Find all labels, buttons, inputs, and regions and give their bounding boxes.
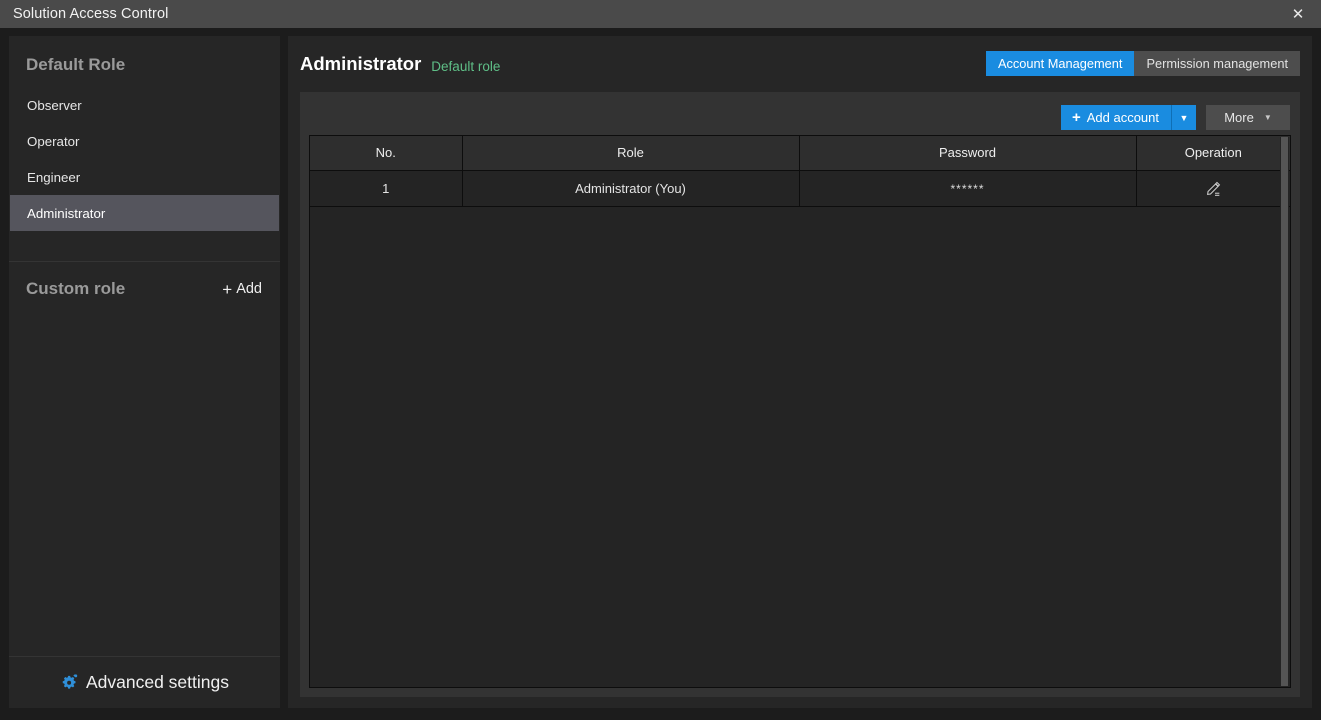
table-row[interactable]: 1 Administrator (You) ****** (310, 170, 1290, 207)
chevron-down-icon: ▼ (1263, 113, 1272, 122)
accounts-table: No. Role Password Operation 1 Administra… (310, 136, 1290, 207)
table-vertical-scrollbar[interactable] (1280, 137, 1289, 686)
sidebar-item-operator[interactable]: Operator (10, 123, 279, 159)
tab-permission-management[interactable]: Permission management (1134, 51, 1300, 76)
default-role-heading: Default Role (26, 55, 126, 74)
column-header-operation[interactable]: Operation (1136, 136, 1290, 171)
cell-password: ****** (799, 170, 1137, 207)
table-toolbar: + Add account ▼ More ▼ (309, 100, 1291, 135)
window-title: Solution Access Control (13, 6, 169, 22)
close-icon[interactable]: ✕ (1275, 0, 1321, 28)
column-header-no[interactable]: No. (310, 136, 463, 171)
tab-account-management[interactable]: Account Management (985, 51, 1135, 76)
cell-no: 1 (310, 170, 463, 207)
sidebar-item-administrator[interactable]: Administrator (10, 195, 279, 231)
add-account-button[interactable]: + Add account (1060, 105, 1172, 130)
sidebar-item-label: Operator (27, 133, 80, 149)
column-header-password[interactable]: Password (799, 136, 1137, 171)
custom-role-list (9, 299, 280, 656)
sidebar-item-label: Engineer (27, 169, 81, 185)
tab-label: Permission management (1146, 56, 1288, 71)
main-panel: Administrator Default role Account Manag… (288, 36, 1312, 708)
add-account-dropdown-arrow[interactable]: ▼ (1172, 105, 1196, 130)
tab-bar: Account Management Permission management (985, 51, 1300, 76)
edit-pencil-icon[interactable] (1205, 180, 1222, 197)
main-header: Administrator Default role Account Manag… (300, 36, 1300, 92)
window-titlebar: Solution Access Control ✕ (0, 0, 1321, 28)
scrollbar-thumb[interactable] (1281, 137, 1288, 686)
custom-role-section-header: Custom role + Add (9, 262, 280, 299)
password-mask: ****** (950, 181, 985, 196)
sidebar-item-label: Observer (27, 97, 82, 113)
default-role-section: Default Role Observer Operator Engineer … (9, 36, 280, 247)
gear-icon (60, 673, 79, 692)
cell-operation (1136, 170, 1290, 207)
more-label: More (1224, 110, 1254, 125)
cell-role: Administrator (You) (462, 170, 800, 207)
table-head: No. Role Password Operation (310, 136, 1290, 171)
column-header-role[interactable]: Role (462, 136, 800, 171)
sidebar-item-observer[interactable]: Observer (10, 87, 279, 123)
add-custom-role-button[interactable]: + Add (222, 281, 262, 298)
page-subtitle: Default role (431, 58, 501, 74)
app-body: Default Role Observer Operator Engineer … (0, 28, 1321, 720)
default-role-list: Observer Operator Engineer Administrator (9, 87, 280, 231)
add-account-split-button: + Add account ▼ (1060, 105, 1196, 130)
tab-label: Account Management (997, 56, 1123, 71)
advanced-settings-label: Advanced settings (85, 672, 229, 692)
plus-icon: + (1071, 109, 1081, 126)
add-custom-role-label: Add (236, 281, 262, 297)
content-panel: + Add account ▼ More ▼ No. Role Password… (300, 92, 1300, 697)
custom-role-heading: Custom role (26, 279, 126, 298)
sidebar-item-label: Administrator (27, 205, 106, 221)
page-title: Administrator (300, 53, 422, 74)
sidebar-item-engineer[interactable]: Engineer (10, 159, 279, 195)
more-button[interactable]: More ▼ (1206, 105, 1290, 130)
chevron-down-icon: ▼ (1179, 112, 1189, 123)
accounts-table-container: No. Role Password Operation 1 Administra… (309, 135, 1291, 688)
add-account-label: Add account (1086, 110, 1159, 125)
table-body: 1 Administrator (You) ****** (310, 170, 1290, 207)
plus-icon: + (222, 279, 233, 299)
advanced-settings-button[interactable]: Advanced settings (9, 656, 280, 708)
table-header-row: No. Role Password Operation (310, 136, 1290, 171)
sidebar: Default Role Observer Operator Engineer … (9, 36, 280, 708)
